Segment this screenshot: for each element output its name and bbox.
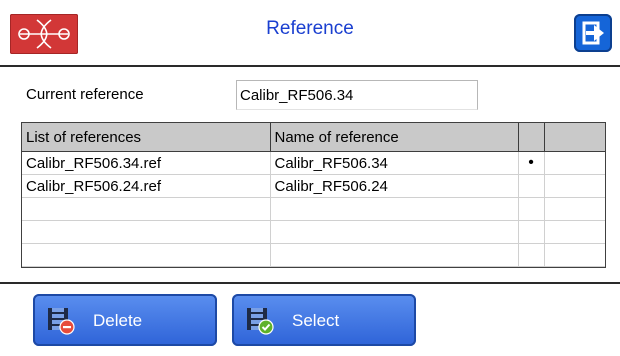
reference-file-cell: Calibr_RF506.24.ref: [22, 174, 271, 198]
table-row[interactable]: [22, 197, 605, 221]
extra-cell: [544, 243, 605, 267]
reference-file-cell: [22, 220, 271, 244]
table-row[interactable]: [22, 220, 605, 244]
delete-button-label: Delete: [93, 311, 143, 330]
references-table: List of references Name of reference Cal…: [21, 122, 606, 268]
reference-file-cell: Calibr_RF506.34.ref: [22, 151, 271, 175]
select-reference-icon: [244, 304, 276, 336]
delete-reference-icon: [45, 304, 77, 336]
extra-cell: [544, 220, 605, 244]
extra-cell: [544, 174, 605, 198]
header-bar: Reference: [0, 0, 620, 64]
current-marker-cell: [518, 174, 545, 198]
reference-name-cell: [270, 197, 519, 221]
header-divider: [0, 65, 620, 67]
table-row[interactable]: [22, 243, 605, 267]
exit-button[interactable]: [574, 14, 612, 52]
current-marker-cell: [518, 220, 545, 244]
current-reference-label: Current reference: [26, 86, 144, 103]
extra-cell: [544, 151, 605, 175]
delete-button[interactable]: Delete: [33, 294, 217, 346]
reference-name-cell: [270, 243, 519, 267]
page-title: Reference: [266, 18, 354, 39]
column-header-list-of-references[interactable]: List of references: [22, 123, 271, 152]
reference-name-cell: Calibr_RF506.34: [270, 151, 519, 175]
reference-file-cell: [22, 243, 271, 267]
select-button-label: Select: [292, 311, 340, 330]
table-row[interactable]: Calibr_RF506.34.ref Calibr_RF506.34 •: [22, 151, 605, 175]
footer-divider: [0, 282, 620, 284]
table-row[interactable]: Calibr_RF506.24.ref Calibr_RF506.24: [22, 174, 605, 198]
table-header-row: List of references Name of reference: [22, 123, 605, 152]
reference-name-cell: [270, 220, 519, 244]
reference-name-cell: Calibr_RF506.24: [270, 174, 519, 198]
current-marker-cell: [518, 197, 545, 221]
column-header-name-of-reference[interactable]: Name of reference: [270, 123, 519, 152]
current-marker-cell: •: [518, 151, 545, 175]
current-marker-cell: [518, 243, 545, 267]
column-header-marker[interactable]: [518, 123, 545, 152]
current-reference-field[interactable]: Calibr_RF506.34: [236, 80, 478, 110]
column-header-extra[interactable]: [544, 123, 605, 152]
extra-cell: [544, 197, 605, 221]
reference-file-cell: [22, 197, 271, 221]
exit-icon: [582, 21, 604, 45]
select-button[interactable]: Select: [232, 294, 416, 346]
